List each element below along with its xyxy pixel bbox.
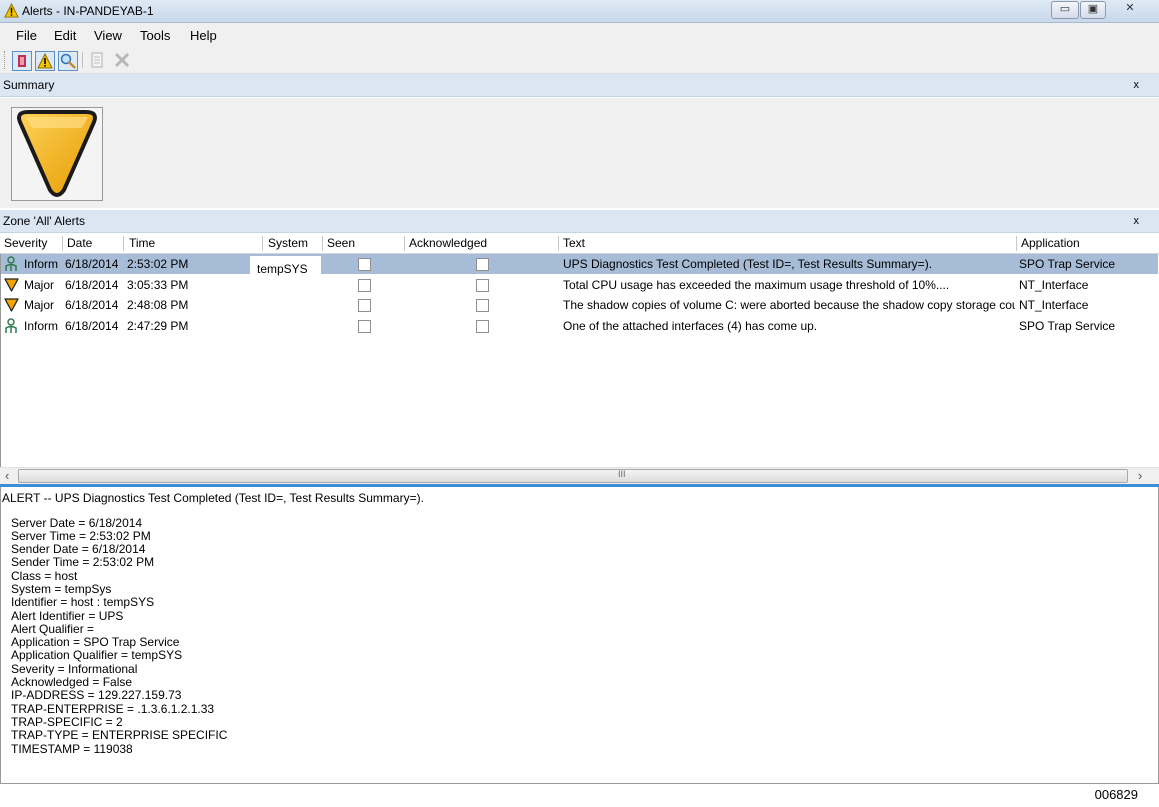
delete-icon[interactable] [113,51,131,69]
system-cell-box: tempSYS [250,256,321,278]
cell-application: NT_Interface [1019,278,1089,292]
cell-time: 3:05:33 PM [127,278,189,292]
col-application[interactable]: Application [1021,236,1080,250]
inform-person-icon [5,318,17,333]
menu-file[interactable]: File [16,28,37,43]
col-divider[interactable] [123,236,124,251]
cell-application: SPO Trap Service [1019,319,1116,333]
detail-line: Identifier = host : tempSYS [11,595,155,609]
col-divider[interactable] [62,236,63,251]
col-divider[interactable] [1016,236,1017,251]
cell-text: One of the attached interfaces (4) has c… [563,319,818,333]
col-text[interactable]: Text [563,236,585,250]
table-row[interactable]: Major 6/18/2014 2:48:08 PM The shadow co… [1,295,1158,315]
cell-severity: Major [24,298,55,312]
cell-application: SPO Trap Service [1019,257,1116,271]
table-row[interactable]: Major 6/18/2014 3:05:33 PM Total CPU usa… [1,275,1158,295]
scroll-left-arrow[interactable]: ‹ [5,468,9,483]
major-triangle-icon [4,298,19,312]
scroll-right-arrow[interactable]: › [1138,468,1142,483]
alerts-close-button[interactable]: x [1134,210,1140,232]
cell-text: Total CPU usage has exceeded the maximum… [563,278,950,292]
scroll-thumb[interactable] [18,469,1128,483]
find-icon[interactable] [58,51,78,71]
menu-help[interactable]: Help [190,28,217,43]
col-divider[interactable] [558,236,559,251]
summary-header: Summary x [0,74,1159,97]
menu-edit[interactable]: Edit [54,28,76,43]
toolbar-separator [82,52,83,68]
menu-tools[interactable]: Tools [140,28,170,43]
seen-checkbox[interactable] [358,258,371,271]
zone-icon[interactable] [12,51,32,71]
table-row[interactable]: Inform 6/18/2014 2:47:29 PM One of the a… [1,316,1158,336]
inform-person-icon [5,256,17,271]
cell-text: The shadow copies of volume C: were abor… [563,298,1015,312]
seen-checkbox[interactable] [358,299,371,312]
cell-date: 6/18/2014 [65,278,119,292]
cell-date: 6/18/2014 [65,298,119,312]
col-time[interactable]: Time [129,236,155,250]
col-system[interactable]: System [268,236,308,250]
col-divider[interactable] [404,236,405,251]
cell-time: 2:53:02 PM [127,257,189,271]
col-acknowledged[interactable]: Acknowledged [409,236,487,250]
figure-id: 006829 [1094,787,1138,802]
minimize-button[interactable]: ▭ [1051,1,1079,19]
cell-severity: Inform [24,319,59,333]
properties-icon[interactable] [88,51,106,69]
toolbar [0,47,1159,74]
close-window-button[interactable]: ✕ [1110,1,1150,17]
cell-date: 6/18/2014 [65,257,119,271]
toolbar-grip [4,51,7,69]
col-seen[interactable]: Seen [327,236,355,250]
col-severity[interactable]: Severity [4,236,47,250]
cell-text: UPS Diagnostics Test Completed (Test ID=… [563,257,933,271]
cell-time: 2:48:08 PM [127,298,189,312]
cell-severity: Major [24,278,55,292]
alert-detail-pane[interactable]: ALERT -- UPS Diagnostics Test Completed … [0,487,1159,784]
col-date[interactable]: Date [67,236,92,250]
acknowledged-checkbox[interactable] [476,299,489,312]
cell-date: 6/18/2014 [65,319,119,333]
detail-line: IP-ADDRESS = 129.227.159.73 [11,688,182,702]
warning-icon [4,3,19,18]
col-divider[interactable] [322,236,323,251]
detail-line: Application Qualifier = tempSYS [11,648,183,662]
maximize-button[interactable]: ▣ [1080,1,1106,19]
alerts-header: Zone 'All' Alerts x [0,210,1159,233]
alerts-title: Zone 'All' Alerts [3,214,85,228]
cell-time: 2:47:29 PM [127,319,189,333]
scroll-grip: III [618,469,626,479]
seen-checkbox[interactable] [358,279,371,292]
cell-application: NT_Interface [1019,298,1089,312]
detail-line: TIMESTAMP = 119038 [11,742,133,756]
detail-line: TRAP-TYPE = ENTERPRISE SPECIFIC [11,728,228,742]
acknowledged-checkbox[interactable] [476,258,489,271]
acknowledged-checkbox[interactable] [476,320,489,333]
detail-line: Sender Time = 2:53:02 PM [11,555,155,569]
summary-panel [0,98,1159,208]
acknowledged-checkbox[interactable] [476,279,489,292]
summary-title: Summary [3,78,55,92]
alert-warning-icon[interactable] [35,51,55,71]
col-divider[interactable] [262,236,263,251]
title-bar: Alerts - IN-PANDEYAB-1 ▭ ▣ ✕ [0,0,1159,23]
cell-system: tempSYS [257,262,308,276]
seen-checkbox[interactable] [358,320,371,333]
detail-header: ALERT -- UPS Diagnostics Test Completed … [2,491,424,505]
menu-bar: File Edit View Tools Help [0,23,1159,47]
menu-view[interactable]: View [94,28,122,43]
window-title: Alerts - IN-PANDEYAB-1 [22,4,154,18]
cell-severity: Inform [24,257,59,271]
major-triangle-icon [4,278,19,292]
summary-major-icon[interactable] [11,107,103,201]
table-row[interactable]: Inform 6/18/2014 2:53:02 PM tempSYS UPS … [1,254,1158,278]
column-header-row: Severity Date Time System Seen Acknowled… [0,234,1159,254]
summary-close-button[interactable]: x [1134,74,1140,96]
